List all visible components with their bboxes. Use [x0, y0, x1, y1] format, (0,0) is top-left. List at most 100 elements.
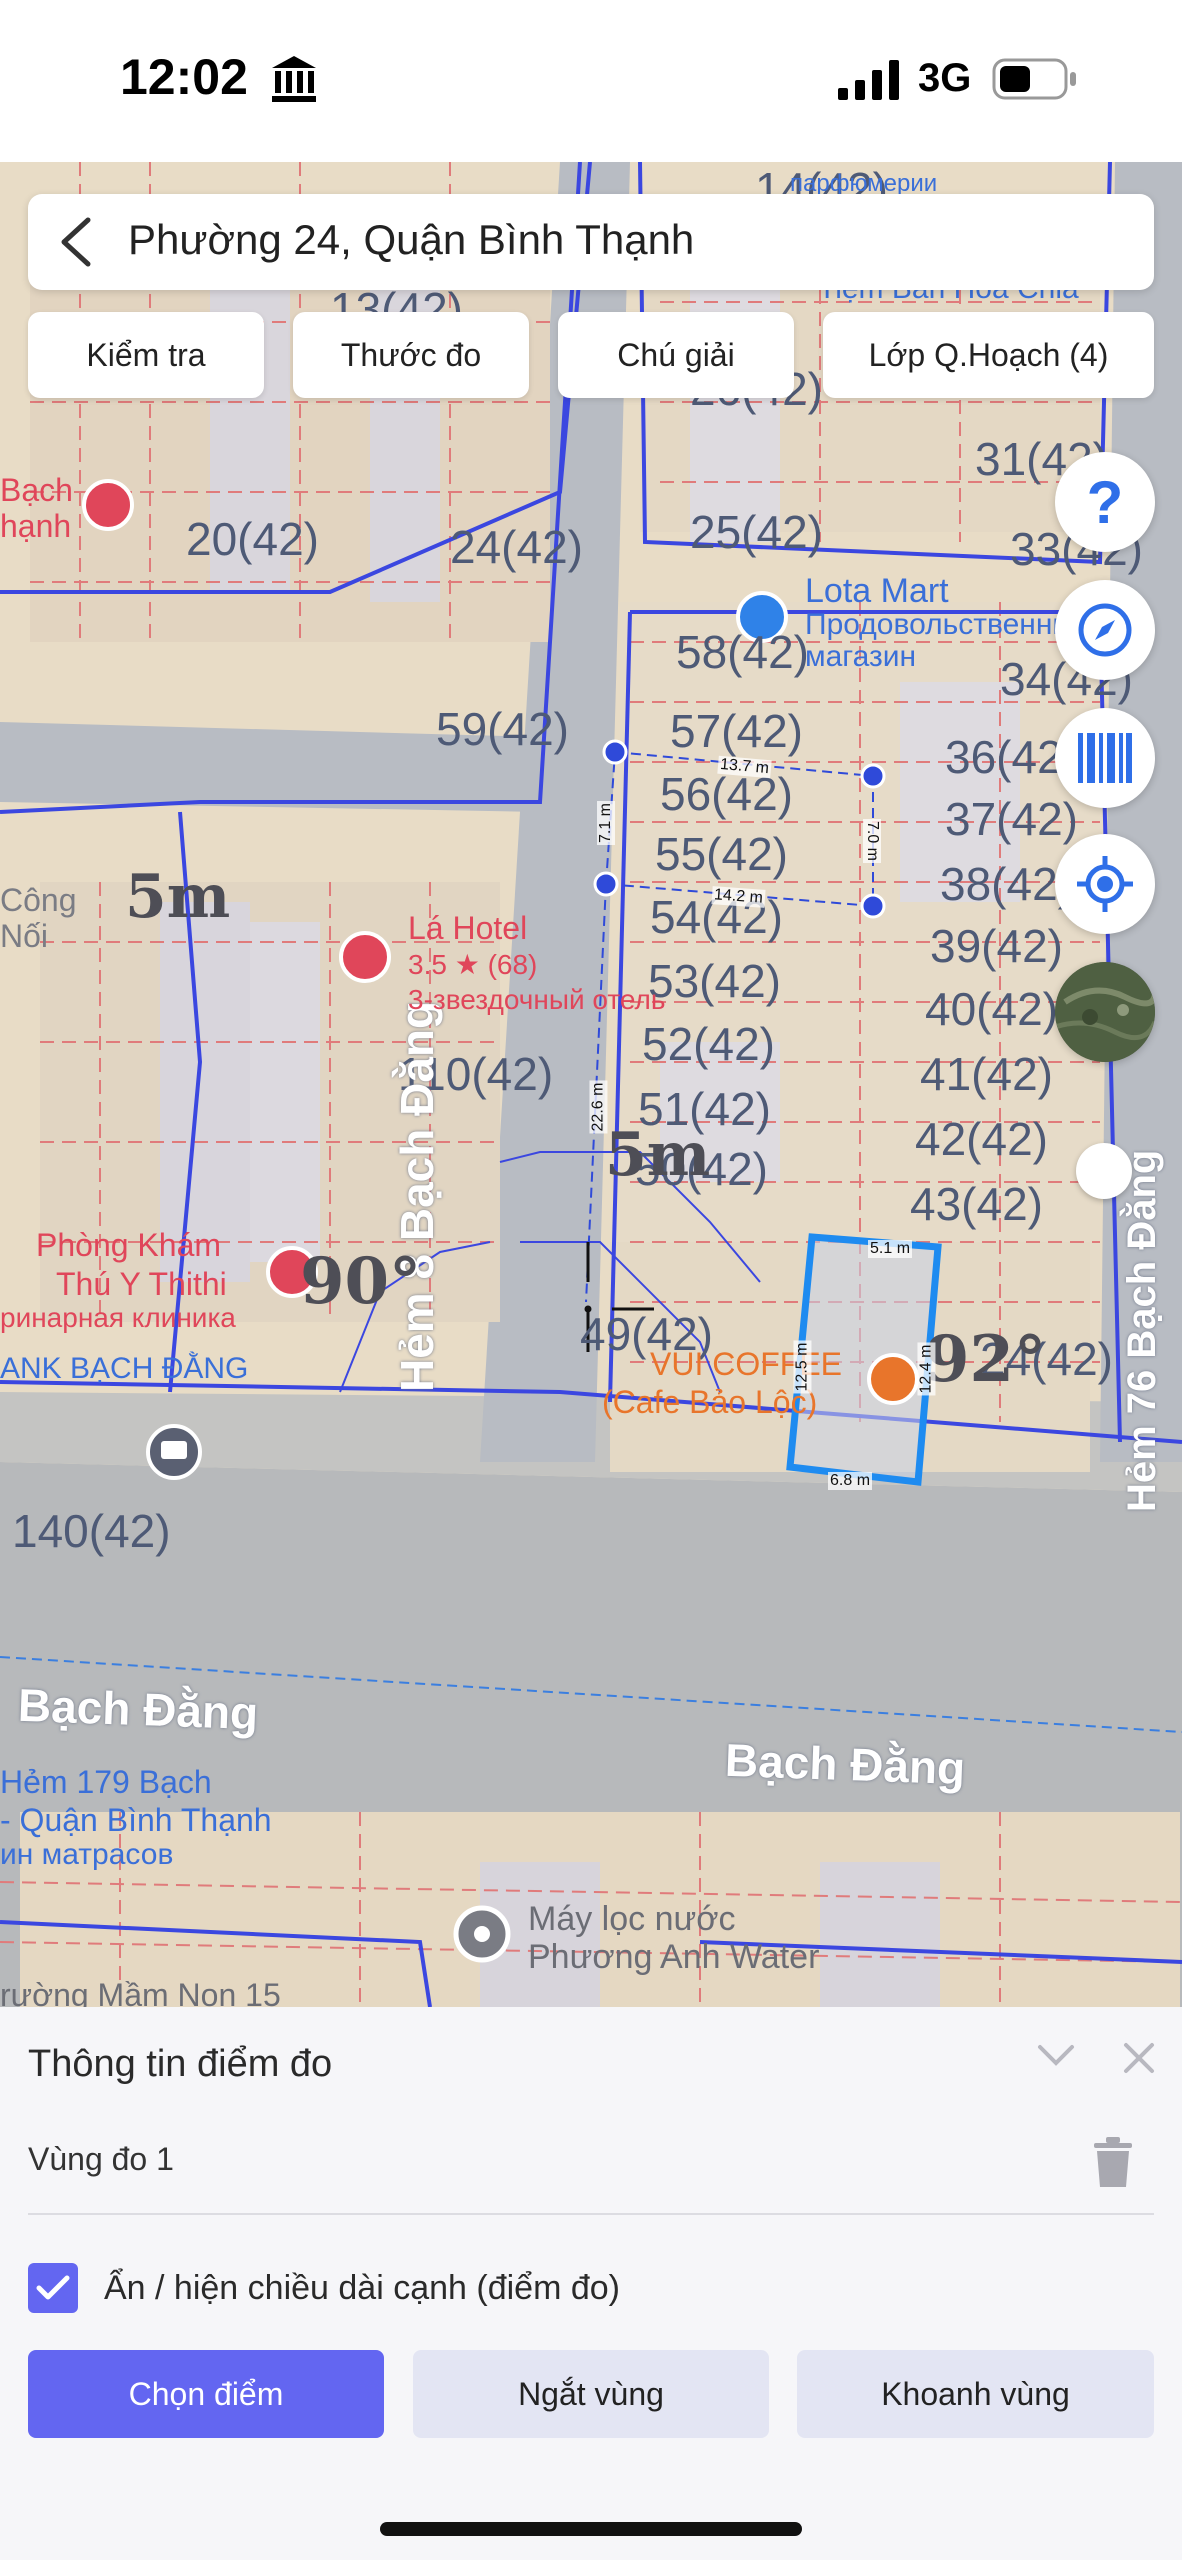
poi-subtitle: Nối: [0, 918, 49, 954]
slider-knob-icon[interactable]: [1076, 1143, 1132, 1199]
road-label: Hẻm 76 Bạch Đằng: [1120, 1149, 1164, 1512]
poi-subtitle: магазин: [805, 640, 917, 673]
poi-name[interactable]: Phòng Khám: [36, 1227, 221, 1264]
road-label: Bạch Đằng: [17, 1678, 260, 1740]
network-type: 3G: [918, 56, 972, 100]
edge-length-label: 5.1 m: [868, 1240, 913, 1258]
parcel-label: 58(42): [676, 626, 809, 678]
poi-name[interactable]: Hẻm 179 Bạch: [0, 1764, 212, 1801]
button-label: Ngắt vùng: [518, 2375, 664, 2412]
chip-planning-layers[interactable]: Lớp Q.Hoạch (4): [823, 312, 1154, 398]
location-title: Phường 24, Quận Bình Thạnh: [128, 216, 695, 263]
poi-subtitle: 3-звездочный отель: [408, 984, 666, 1015]
poi-name[interactable]: Lota Mart: [805, 572, 949, 611]
help-button[interactable]: ?: [1055, 452, 1155, 552]
poi-subtitle: ин матрасов: [0, 1838, 174, 1871]
edge-length-label: 22.6 m: [589, 1080, 608, 1134]
parcel-label: 25(42): [690, 506, 823, 558]
road-label: ANK BẠCH ĐẰNG: [0, 1352, 249, 1385]
parcel-label: 56(42): [660, 768, 793, 820]
chevron-down-icon[interactable]: [1036, 2041, 1076, 2069]
sheet-title: Thông tin điểm đo: [28, 2043, 333, 2085]
width-label: 5m: [125, 862, 231, 932]
parcel-label: 41(42): [920, 1048, 1053, 1100]
parcel-label: 40(42): [925, 983, 1058, 1035]
parcel-label: 52(42): [642, 1018, 775, 1070]
poi-name[interactable]: Máy lọc nước: [528, 1900, 736, 1939]
poi-subtitle: Phương Anh Water: [528, 1938, 820, 1976]
trash-icon[interactable]: [1092, 2137, 1134, 2187]
poi-name[interactable]: VUI COFFEE: [650, 1346, 842, 1383]
checkmark-icon: [36, 2275, 70, 2300]
parcel-label: 53(42): [648, 955, 781, 1007]
parcel-label: 24(42): [450, 521, 583, 573]
parcel-label: 55(42): [655, 828, 788, 880]
bank-icon: [272, 56, 316, 102]
chip-check[interactable]: Kiểm tra: [28, 312, 264, 398]
edge-length-label: 7.1 m: [597, 800, 616, 846]
poi-subtitle: Thú Y Thithi: [56, 1266, 227, 1302]
width-label: 5m: [605, 1120, 711, 1190]
draw-zone-button[interactable]: Khoanh vùng: [797, 2350, 1154, 2438]
poi-name[interactable]: Lá Hotel: [408, 910, 527, 947]
chip-ruler[interactable]: Thước đo: [293, 312, 529, 398]
poi-subtitle: (Cafe Bảo Lộc): [602, 1384, 818, 1420]
map-canvas[interactable]: 14(42) 13(42) 26(42) 31(42) 20(42) 24(42…: [0, 162, 1182, 2007]
locate-button[interactable]: [1055, 834, 1155, 934]
status-bar: 12:02 3G: [0, 0, 1182, 162]
region-label: Vùng đo 1: [28, 2141, 174, 2177]
satellite-layer-icon: [1055, 962, 1155, 1062]
show-edge-length-label: Ẩn / hiện chiều dài cạnh (điểm đo): [104, 2269, 620, 2307]
parcel-label: 59(42): [436, 703, 569, 755]
signal-bars-icon: [838, 60, 899, 100]
compass-icon: [1078, 603, 1132, 657]
help-icon: ?: [1086, 468, 1124, 536]
barcode-icon: [1078, 733, 1132, 783]
compass-button[interactable]: [1055, 580, 1155, 680]
home-indicator: [380, 2522, 802, 2536]
road-label: Hẻm 8 Bạch Đằng: [391, 1000, 443, 1392]
edge-length-label: 6.8 m: [828, 1472, 873, 1490]
parcel-label: 20(42): [186, 513, 319, 565]
poi-name[interactable]: Công: [0, 882, 77, 919]
button-label: Chọn điểm: [128, 2375, 284, 2412]
angle-label: 90°: [300, 1244, 422, 1319]
chip-legend[interactable]: Chú giải: [558, 312, 794, 398]
chip-label: Thước đo: [340, 336, 482, 373]
chevron-left-icon[interactable]: [58, 216, 94, 268]
break-zone-button[interactable]: Ngắt vùng: [413, 2350, 769, 2438]
barcode-button[interactable]: [1055, 708, 1155, 808]
poi-name[interactable]: Bạch: [0, 472, 73, 509]
chip-label: Chú giải: [617, 336, 735, 373]
edge-length-label: 7.0 m: [863, 818, 882, 864]
edge-length-label: 14.2 m: [711, 886, 766, 908]
chip-label: Lớp Q.Hoạch (4): [868, 336, 1109, 373]
divider: [28, 2213, 1154, 2215]
status-time: 12:02: [120, 49, 248, 105]
parcel-label: 39(42): [930, 920, 1063, 972]
edge-length-label: 12.4 m: [917, 1342, 936, 1396]
parcel-label: 140(42): [12, 1505, 171, 1557]
parcel-label: 57(42): [670, 705, 803, 757]
close-icon[interactable]: [1122, 2041, 1156, 2075]
poi-subtitle: - Quận Bình Thạnh: [0, 1802, 272, 1838]
select-point-button[interactable]: Chọn điểm: [28, 2350, 384, 2438]
edge-length-label: 12.5 m: [793, 1340, 812, 1394]
poi-subtitle: ринарная клиника: [0, 1302, 236, 1333]
measure-info-sheet: Thông tin điểm đo Vùng đo 1 Ẩn / hiện ch…: [0, 2007, 1182, 2560]
satellite-layer-button[interactable]: [1055, 962, 1155, 1062]
parcel-label: 42(42): [915, 1113, 1048, 1165]
button-label: Khoanh vùng: [881, 2375, 1070, 2412]
angle-label: 92°: [925, 1322, 1047, 1397]
show-edge-length-checkbox[interactable]: [28, 2263, 78, 2313]
poi-name[interactable]: rường Mầm Non 15: [0, 1977, 281, 2007]
locate-icon: [1077, 856, 1133, 912]
road-label: Bạch Đằng: [724, 1733, 967, 1795]
poi-subtitle: hạnh: [0, 508, 72, 544]
location-bar[interactable]: Phường 24, Quận Bình Thạnh: [28, 194, 1154, 290]
poi-subtitle: Продовольственный: [805, 608, 1091, 641]
poi-rating: 3.5 ★ (68): [408, 949, 538, 980]
chip-label: Kiểm tra: [86, 336, 206, 373]
battery-icon: [992, 58, 1076, 100]
parcel-label: 37(42): [945, 793, 1078, 845]
